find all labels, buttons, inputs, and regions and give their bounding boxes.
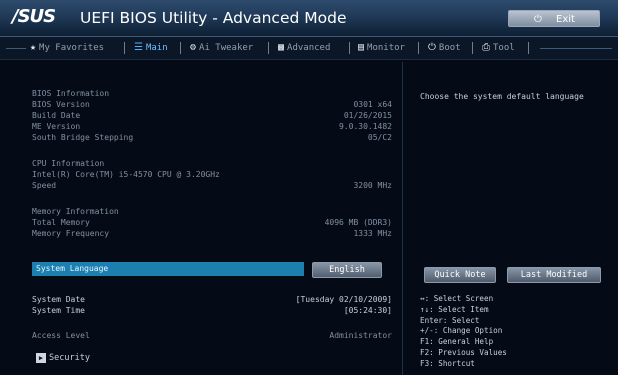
power-icon: ⏻ (534, 14, 542, 25)
tab-separator (180, 42, 181, 54)
cpu-speed-value: 3200 MHz (353, 181, 392, 190)
tab-separator (124, 42, 125, 54)
bios-info-heading: BIOS Information (32, 88, 392, 99)
tab-tool[interactable]: ⎙ Tool (482, 37, 515, 59)
system-date-value[interactable]: [Tuesday 02/10/2009] (296, 294, 392, 305)
build-date-label: Build Date (32, 111, 81, 120)
key-hint: Enter: Select (420, 315, 480, 325)
last-modified-label: Last Modified (520, 270, 588, 280)
cpu-info-heading: CPU Information (32, 158, 392, 169)
me-version-row: ME Version 9.0.30.1482 (32, 121, 392, 132)
access-level-value: Administrator (329, 331, 392, 340)
quick-note-button[interactable]: Quick Note (424, 267, 496, 283)
key-hint: ↔: Select Screen (420, 294, 494, 303)
bios-version-value: 0301 x64 (353, 100, 392, 109)
system-language-row[interactable]: System Language (32, 262, 304, 276)
tab-label: Tool (493, 43, 515, 53)
advanced-icon: ▩ (278, 42, 285, 53)
tab-boot[interactable]: ⏻ Boot (428, 37, 461, 59)
tab-label: Monitor (367, 43, 405, 53)
tab-bar-decoration-right (540, 48, 612, 49)
window-title: UEFI BIOS Utility - Advanced Mode (80, 9, 347, 27)
system-time-row[interactable]: System Time [05:24:30] (32, 305, 392, 316)
panel-divider (402, 62, 403, 375)
tab-bar: ★ My Favorites ☰ Main ⚙ Ai Tweaker ▩ Advance… (0, 37, 618, 60)
tab-label: Ai Tweaker (199, 43, 254, 53)
key-hint: F3: Shortcut (420, 358, 475, 368)
exit-button[interactable]: ⏻ Exit (508, 10, 600, 27)
list-icon: ☰ (134, 42, 143, 53)
access-level-row: Access Level Administrator (32, 330, 392, 341)
total-memory-row: Total Memory 4096 MB (DDR3) (32, 217, 392, 228)
total-memory-label: Total Memory (32, 218, 90, 227)
exit-label: Exit (556, 14, 575, 25)
tab-label: My Favorites (39, 43, 105, 53)
memory-frequency-value: 1333 MHz (353, 229, 392, 238)
build-date-value: 01/26/2015 (343, 111, 392, 120)
tab-label: Boot (438, 43, 461, 53)
tweaker-icon: ⚙ (190, 42, 197, 53)
key-hint: F1: General Help (420, 337, 494, 347)
quick-note-label: Quick Note (434, 270, 486, 280)
security-label: Security (49, 353, 90, 363)
key-hint: ↑↓: Select Item (420, 304, 489, 314)
key-legend: ↔: Select Screen ↑↓: Select Item Enter: … (420, 294, 610, 370)
cpu-model: Intel(R) Core(TM) i5-4570 CPU @ 3.20GHz (32, 170, 220, 179)
tab-separator (268, 42, 269, 54)
system-time-label: System Time (32, 306, 85, 315)
section-heading: Memory Information (32, 207, 119, 216)
power-icon: ⏻ (428, 42, 436, 53)
memory-frequency-label: Memory Frequency (32, 229, 110, 238)
tab-separator (472, 42, 473, 54)
title-bar: /SUS UEFI BIOS Utility - Advanced Mode ⏻… (0, 0, 618, 37)
help-description: Choose the system default language (420, 92, 584, 101)
printer-icon: ⎙ (482, 42, 490, 53)
tab-separator (349, 42, 350, 54)
system-time-value[interactable]: [05:24:30] (344, 305, 392, 316)
tab-advanced[interactable]: ▩ Advanced (278, 37, 330, 59)
south-bridge-label: South Bridge Stepping (32, 133, 134, 142)
bios-version-row: BIOS Version 0301 x64 (32, 99, 392, 110)
access-level-label: Access Level (32, 331, 90, 340)
cpu-speed-row: Speed 3200 MHz (32, 180, 392, 191)
star-icon: ★ (30, 42, 37, 53)
section-heading: BIOS Information (32, 89, 110, 98)
bios-version-label: BIOS Version (32, 100, 90, 109)
tab-ai-tweaker[interactable]: ⚙ Ai Tweaker (190, 37, 253, 59)
south-bridge-row: South Bridge Stepping 05/C2 (32, 132, 392, 143)
memory-frequency-row: Memory Frequency 1333 MHz (32, 228, 392, 239)
south-bridge-value: 05/C2 (367, 133, 392, 142)
key-hint: F2: Previous Values (420, 347, 507, 357)
system-language-value: English (329, 265, 365, 275)
me-version-value: 9.0.30.1482 (339, 122, 392, 131)
tab-separator (528, 42, 529, 54)
tab-separator (418, 42, 419, 54)
security-menu-item[interactable]: ▶ Security (36, 352, 90, 364)
last-modified-button[interactable]: Last Modified (507, 267, 601, 283)
tab-monitor[interactable]: ▤ Monitor (358, 37, 405, 59)
tab-label: Advanced (287, 43, 331, 53)
main-panel: BIOS Information BIOS Version 0301 x64 B… (22, 78, 400, 368)
submenu-arrow-icon: ▶ (36, 352, 46, 363)
tab-label: Main (145, 43, 168, 53)
asus-logo: /SUS (12, 6, 56, 27)
me-version-label: ME Version (32, 122, 81, 131)
system-language-select[interactable]: English (312, 262, 382, 278)
tab-bar-decoration-left (6, 48, 26, 49)
system-date-row[interactable]: System Date [Tuesday 02/10/2009] (32, 294, 392, 305)
total-memory-value: 4096 MB (DDR3) (324, 218, 392, 227)
system-date-label: System Date (32, 295, 85, 304)
section-heading: CPU Information (32, 159, 105, 168)
tab-main[interactable]: ☰ Main (134, 37, 168, 59)
tab-my-favorites[interactable]: ★ My Favorites (30, 37, 104, 59)
build-date-row: Build Date 01/26/2015 (32, 110, 392, 121)
monitor-icon: ▤ (358, 42, 365, 53)
key-hint: +/-: Change Option (420, 326, 503, 336)
system-language-label: System Language (36, 264, 109, 273)
memory-info-heading: Memory Information (32, 206, 392, 217)
cpu-model-row: Intel(R) Core(TM) i5-4570 CPU @ 3.20GHz (32, 169, 392, 180)
cpu-speed-label: Speed (32, 181, 57, 190)
